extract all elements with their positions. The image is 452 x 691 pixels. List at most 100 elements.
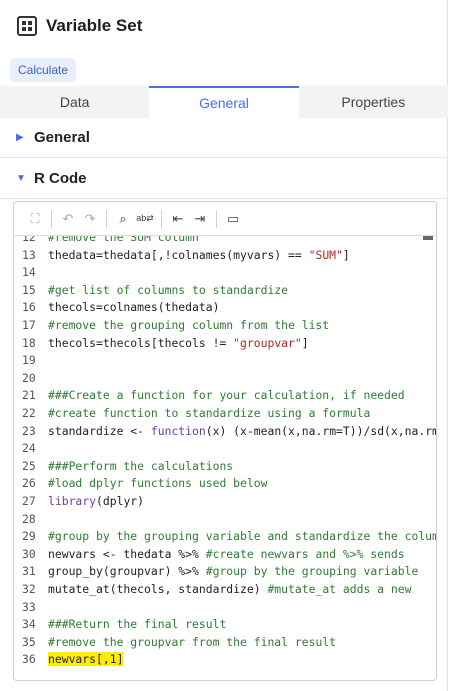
code-line[interactable]: 31 group_by(groupvar) %>% #group by the g… bbox=[14, 563, 436, 581]
code-comment: ###Return the final result bbox=[48, 617, 227, 632]
tab-properties[interactable]: Properties bbox=[299, 86, 448, 118]
code-line[interactable]: 30 newvars <- thedata %>% #create newvars… bbox=[14, 546, 436, 564]
code-line[interactable]: 12 #remove the SUM column bbox=[14, 236, 436, 247]
code-line[interactable]: 35 #remove the groupvar from the final re… bbox=[14, 634, 436, 652]
expand-icon[interactable]: ⛶ bbox=[24, 208, 46, 230]
code-comment: #mutate_at adds a new bbox=[267, 582, 412, 596]
code-string: "groupvar" bbox=[233, 335, 302, 350]
redo-icon[interactable]: ↷ bbox=[79, 208, 101, 230]
line-number: 35 bbox=[22, 634, 36, 649]
code-comment: #get list of columns to standardize bbox=[48, 282, 289, 297]
code-line[interactable]: 17 #remove the grouping column from the l… bbox=[14, 317, 436, 335]
replace-icon[interactable]: ab⇄ bbox=[134, 208, 156, 230]
grid-icon bbox=[17, 16, 37, 36]
caret-down-icon: ▼ bbox=[16, 173, 26, 184]
code-line[interactable]: 13 thedata=thedata[,!colnames(myvars) == … bbox=[14, 247, 436, 265]
code-line[interactable]: 32 mutate_at(thecols, standardize) #mutat… bbox=[14, 581, 436, 599]
code-editor[interactable]: ⛶ ↶ ↷ ⌕ ab⇄ ⇤ ⇥ ▭ 12 #remove the SUM colu… bbox=[13, 201, 437, 681]
line-number: 19 bbox=[22, 353, 36, 368]
toolbar-divider bbox=[106, 209, 107, 228]
line-number: 25 bbox=[22, 458, 36, 473]
section-general-label: General bbox=[34, 129, 90, 146]
code-text: thecols=thecols[thecols != bbox=[48, 335, 234, 350]
section-rcode-header[interactable]: ▼ R Code bbox=[0, 159, 448, 199]
code-line[interactable]: 26 #load dplyr functions used below bbox=[14, 475, 436, 493]
code-comment: #remove the grouping column from the lis… bbox=[48, 318, 330, 332]
line-number: 28 bbox=[22, 511, 36, 526]
outdent-icon[interactable]: ⇤ bbox=[167, 208, 189, 230]
line-number: 32 bbox=[22, 582, 36, 596]
line-number: 24 bbox=[22, 441, 36, 456]
line-number: 31 bbox=[22, 564, 36, 579]
line-number: 16 bbox=[22, 300, 36, 315]
tab-bar: Data General Properties bbox=[0, 86, 448, 118]
line-number: 18 bbox=[22, 335, 36, 350]
undo-icon[interactable]: ↶ bbox=[57, 208, 79, 230]
code-line[interactable]: 34 ###Return the final result bbox=[14, 616, 436, 634]
code-text: (x) (x-mean(x,na.rm=T))/sd(x,na.rm=T) bbox=[205, 423, 437, 438]
line-number: 34 bbox=[22, 617, 36, 632]
code-keyword: library bbox=[48, 494, 97, 508]
code-line[interactable]: 29 #group by the grouping variable and st… bbox=[14, 528, 437, 546]
code-line[interactable]: 24 bbox=[14, 440, 436, 458]
line-number: 13 bbox=[22, 247, 36, 262]
caret-right-icon: ▶ bbox=[16, 132, 24, 143]
line-number: 22 bbox=[22, 406, 36, 420]
indent-icon[interactable]: ⇥ bbox=[189, 208, 211, 230]
code-comment: #remove the SUM column bbox=[48, 236, 199, 244]
code-keyword: function bbox=[150, 423, 206, 438]
code-text: thedata=thedata[,!colnames(myvars) == bbox=[48, 247, 309, 262]
line-number: 30 bbox=[22, 546, 36, 561]
section-rcode-label: R Code bbox=[34, 170, 87, 187]
line-number: 12 bbox=[22, 236, 36, 244]
code-text: ] bbox=[342, 247, 350, 262]
code-comment: #create function to standardize using a … bbox=[48, 406, 371, 420]
calculate-button[interactable]: Calculate bbox=[10, 58, 77, 82]
line-number: 23 bbox=[22, 423, 36, 438]
code-text: thecols=colnames(thedata) bbox=[48, 300, 220, 315]
code-text: ] bbox=[301, 335, 309, 350]
code-line[interactable]: 33 bbox=[14, 599, 436, 617]
code-text: standardize <- bbox=[48, 423, 151, 438]
code-line[interactable]: 27 library(dplyr) bbox=[14, 493, 436, 511]
code-line[interactable]: 36 newvars[,1] bbox=[14, 651, 436, 669]
line-number: 29 bbox=[22, 529, 36, 544]
code-text: newvars[,1] bbox=[48, 652, 124, 667]
line-number: 14 bbox=[22, 265, 36, 280]
code-line[interactable]: 25 ###Perform the calculations bbox=[14, 458, 436, 476]
line-number: 15 bbox=[22, 282, 36, 297]
code-comment: #group by the grouping variable and stan… bbox=[48, 529, 437, 544]
line-number: 36 bbox=[22, 652, 36, 667]
code-string: "SUM" bbox=[308, 247, 343, 262]
section-general-header[interactable]: ▶ General bbox=[0, 118, 448, 158]
code-line[interactable]: 23 standardize <- function(x) (x-mean(x,n… bbox=[14, 423, 437, 441]
code-line[interactable]: 21 ###Create a function for your calculat… bbox=[14, 387, 436, 405]
tab-general[interactable]: General bbox=[149, 86, 299, 118]
comment-icon[interactable]: ▭ bbox=[222, 208, 244, 230]
code-text: mutate_at(thecols, standardize) bbox=[48, 582, 268, 596]
line-number: 26 bbox=[22, 476, 36, 491]
page-title: Variable Set bbox=[46, 16, 143, 35]
code-comment: #remove the groupvar from the final resu… bbox=[48, 634, 337, 649]
code-text: newvars <- thedata %>% bbox=[48, 546, 206, 561]
code-line[interactable]: 16 thecols=colnames(thedata) bbox=[14, 299, 436, 317]
code-line[interactable]: 20 bbox=[14, 370, 436, 388]
search-icon[interactable]: ⌕ bbox=[112, 208, 134, 230]
code-line[interactable]: 14 bbox=[14, 264, 436, 282]
scrollbar-thumb[interactable] bbox=[423, 236, 433, 240]
code-comment: #group by the grouping variable bbox=[205, 564, 419, 579]
line-number: 27 bbox=[22, 494, 36, 508]
code-line[interactable]: 18 thecols=thecols[thecols != "groupvar"] bbox=[14, 335, 436, 353]
code-line[interactable]: 22 #create function to standardize using … bbox=[14, 405, 436, 423]
code-area[interactable]: 12 #remove the SUM column 13 thedata=thedat… bbox=[14, 236, 437, 680]
tab-data[interactable]: Data bbox=[0, 86, 149, 118]
toolbar-divider bbox=[51, 209, 52, 228]
code-comment: #create newvars and %>% sends bbox=[205, 546, 405, 561]
code-text: group_by(groupvar) %>% bbox=[48, 564, 206, 579]
line-number: 20 bbox=[22, 370, 36, 385]
code-line[interactable]: 19 bbox=[14, 352, 436, 370]
code-line[interactable]: 28 bbox=[14, 511, 436, 529]
code-line[interactable]: 15 #get list of columns to standardize bbox=[14, 282, 436, 300]
editor-toolbar: ⛶ ↶ ↷ ⌕ ab⇄ ⇤ ⇥ ▭ bbox=[14, 202, 436, 236]
toolbar-divider bbox=[161, 209, 162, 228]
